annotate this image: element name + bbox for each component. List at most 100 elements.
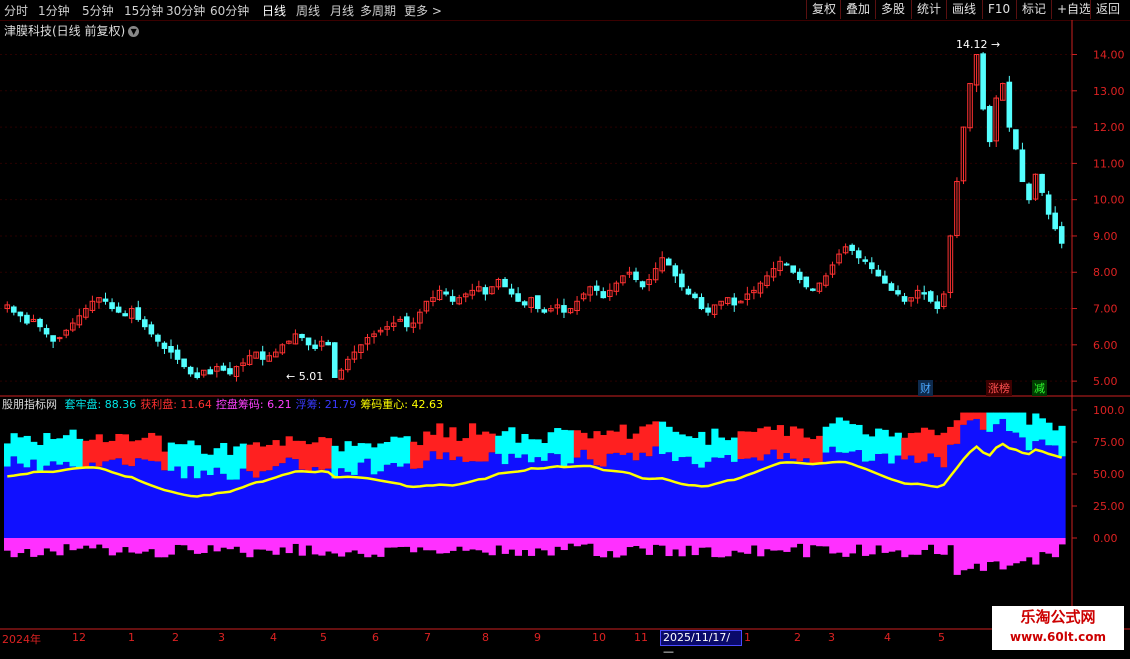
price-tick-label: 13.00	[1093, 85, 1125, 98]
trapped-bar	[979, 412, 988, 430]
candle-body	[148, 324, 155, 335]
trapped-bar	[803, 437, 811, 459]
trapped-bar	[331, 445, 339, 479]
control-bar	[36, 538, 44, 556]
control-bar	[927, 538, 935, 545]
trapped-bar	[403, 436, 411, 464]
float-bar	[698, 467, 706, 538]
tab-9[interactable]: 多周期	[360, 2, 396, 19]
trapped-bar	[233, 446, 241, 480]
float-bar	[829, 446, 837, 538]
control-bar	[56, 538, 64, 556]
toolbar-button-4[interactable]: 画线	[946, 0, 981, 19]
trapped-bar	[606, 430, 614, 454]
date-label-2: 1	[128, 631, 135, 644]
indicator-name[interactable]: 股朋指标网	[2, 398, 57, 411]
event-reduce[interactable]: 减	[1032, 380, 1047, 396]
control-bar	[586, 538, 595, 544]
trapped-bar	[161, 451, 169, 471]
float-bar	[717, 457, 726, 538]
tab-5[interactable]: 60分钟	[210, 2, 249, 19]
trapped-bar	[960, 412, 968, 425]
control-bar	[691, 538, 699, 556]
trapped-bar	[868, 436, 876, 461]
event-limit-up[interactable]: 涨榜	[986, 380, 1012, 396]
candle-body	[299, 333, 305, 339]
date-axis: 2024年 12 1 2 3 4 5 6 7 8 9 10 11 1 2 3 4 5	[0, 630, 1075, 650]
control-bar	[272, 538, 280, 555]
chart-area[interactable]: 14.00 13.00 12.00 11.00 10.00 9.00 8.00 7.00 6.0…	[0, 20, 1130, 630]
float-bar	[1032, 441, 1040, 538]
toolbar-button-8[interactable]: 返回	[1090, 0, 1125, 19]
float-bar	[501, 464, 509, 538]
float-bar	[449, 460, 457, 538]
tab-3[interactable]: 15分钟	[124, 2, 163, 19]
tab-7[interactable]: 周线	[296, 2, 320, 19]
trapped-bar	[685, 436, 693, 457]
trapped-bar	[534, 439, 542, 458]
float-bar	[730, 461, 739, 538]
toolbar-button-3[interactable]: 统计	[911, 0, 946, 19]
toolbar-button-6[interactable]: 标记	[1016, 0, 1051, 19]
control-bar	[311, 538, 319, 555]
control-bar	[514, 538, 523, 556]
toolbar-button-5[interactable]: F10	[982, 0, 1015, 19]
float-bar	[364, 458, 372, 538]
control-bar	[724, 538, 732, 557]
float-bar	[665, 452, 673, 538]
tab-0[interactable]: 分时	[4, 2, 28, 19]
cursor-date: 2025/11/17/—	[660, 630, 742, 658]
trapped-bar	[475, 434, 483, 462]
tab-1[interactable]: 1分钟	[38, 2, 70, 19]
candle-body	[11, 306, 17, 313]
legend-item-4: 筹码重心: 42.63	[360, 398, 444, 411]
control-bar	[331, 538, 339, 554]
tab-6[interactable]: 日线	[262, 2, 286, 19]
control-bar	[613, 538, 621, 558]
tab-2[interactable]: 5分钟	[82, 2, 114, 19]
float-bar	[174, 466, 182, 538]
control-bar	[455, 538, 464, 547]
trapped-bar	[252, 442, 261, 478]
trapped-bar	[861, 434, 870, 462]
tab-8[interactable]: 月线	[330, 2, 354, 19]
control-bar	[95, 538, 103, 545]
float-bar	[914, 462, 922, 538]
float-bar	[311, 467, 319, 538]
trapped-bar	[239, 443, 247, 469]
trapped-bar	[1038, 418, 1046, 440]
float-bar	[1051, 445, 1060, 538]
control-bar	[730, 538, 739, 551]
trapped-bar	[881, 429, 889, 454]
control-bar	[979, 538, 988, 571]
trapped-bar	[344, 441, 352, 472]
control-bar	[82, 538, 90, 546]
toolbar-button-1[interactable]: 叠加	[840, 0, 875, 19]
trapped-bar	[678, 434, 686, 458]
float-bar	[691, 464, 699, 538]
float-bar	[744, 458, 752, 538]
control-bar	[193, 538, 202, 554]
control-bar	[1051, 538, 1060, 558]
control-bar	[829, 538, 837, 554]
control-bar	[396, 538, 405, 547]
trapped-bar	[796, 428, 804, 462]
legend-item-2: 控盘筹码: 6.21	[215, 398, 292, 411]
toolbar-button-0[interactable]: 复权	[806, 0, 841, 19]
trapped-bar	[966, 412, 974, 421]
tab-10[interactable]: 更多 >	[404, 2, 442, 19]
event-finance[interactable]: 财	[918, 380, 933, 396]
trapped-bar	[108, 440, 116, 460]
toolbar-button-2[interactable]: 多股	[875, 0, 910, 19]
tab-4[interactable]: 30分钟	[166, 2, 205, 19]
trapped-bar	[626, 438, 634, 453]
float-bar	[966, 420, 974, 538]
candle-body	[882, 275, 888, 284]
candle-body	[692, 293, 698, 299]
float-bar	[370, 474, 378, 538]
float-bar	[161, 470, 169, 538]
control-bar	[364, 538, 372, 558]
float-bar	[979, 429, 988, 538]
price-tick-label: 11.00	[1093, 157, 1125, 170]
candle-body	[672, 265, 679, 277]
